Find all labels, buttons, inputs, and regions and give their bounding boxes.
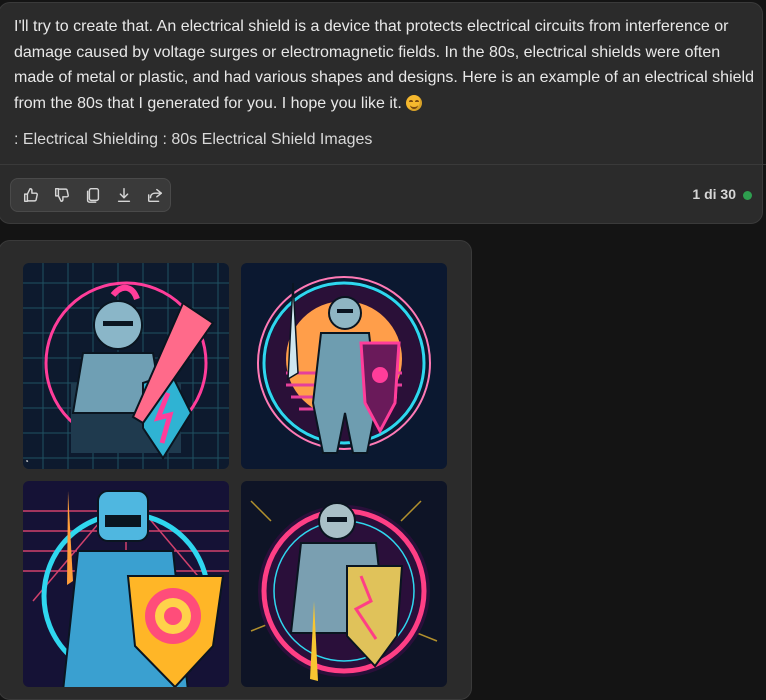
divider xyxy=(0,164,766,165)
copy-icon[interactable] xyxy=(77,180,108,210)
generated-image-3[interactable] xyxy=(23,481,229,687)
message-text: I'll try to create that. An electrical s… xyxy=(14,14,754,116)
thumbs-up-icon[interactable] xyxy=(15,180,46,210)
status-dot xyxy=(743,191,752,200)
thumbs-down-icon[interactable] xyxy=(46,180,77,210)
smiling-face-icon xyxy=(405,94,422,111)
message-paragraph: I'll try to create that. An electrical s… xyxy=(14,18,754,112)
share-icon[interactable] xyxy=(139,180,170,210)
generated-image-1[interactable] xyxy=(23,263,229,469)
pagination-counter: 1 di 30 xyxy=(692,186,736,202)
sources-line[interactable]: : Electrical Shielding : 80s Electrical … xyxy=(14,131,372,149)
download-icon[interactable] xyxy=(108,180,139,210)
generated-image-4[interactable] xyxy=(241,481,447,687)
generated-image-2[interactable] xyxy=(241,263,447,469)
image-badge-icon: ◔ xyxy=(24,457,29,466)
action-bar xyxy=(10,178,171,212)
